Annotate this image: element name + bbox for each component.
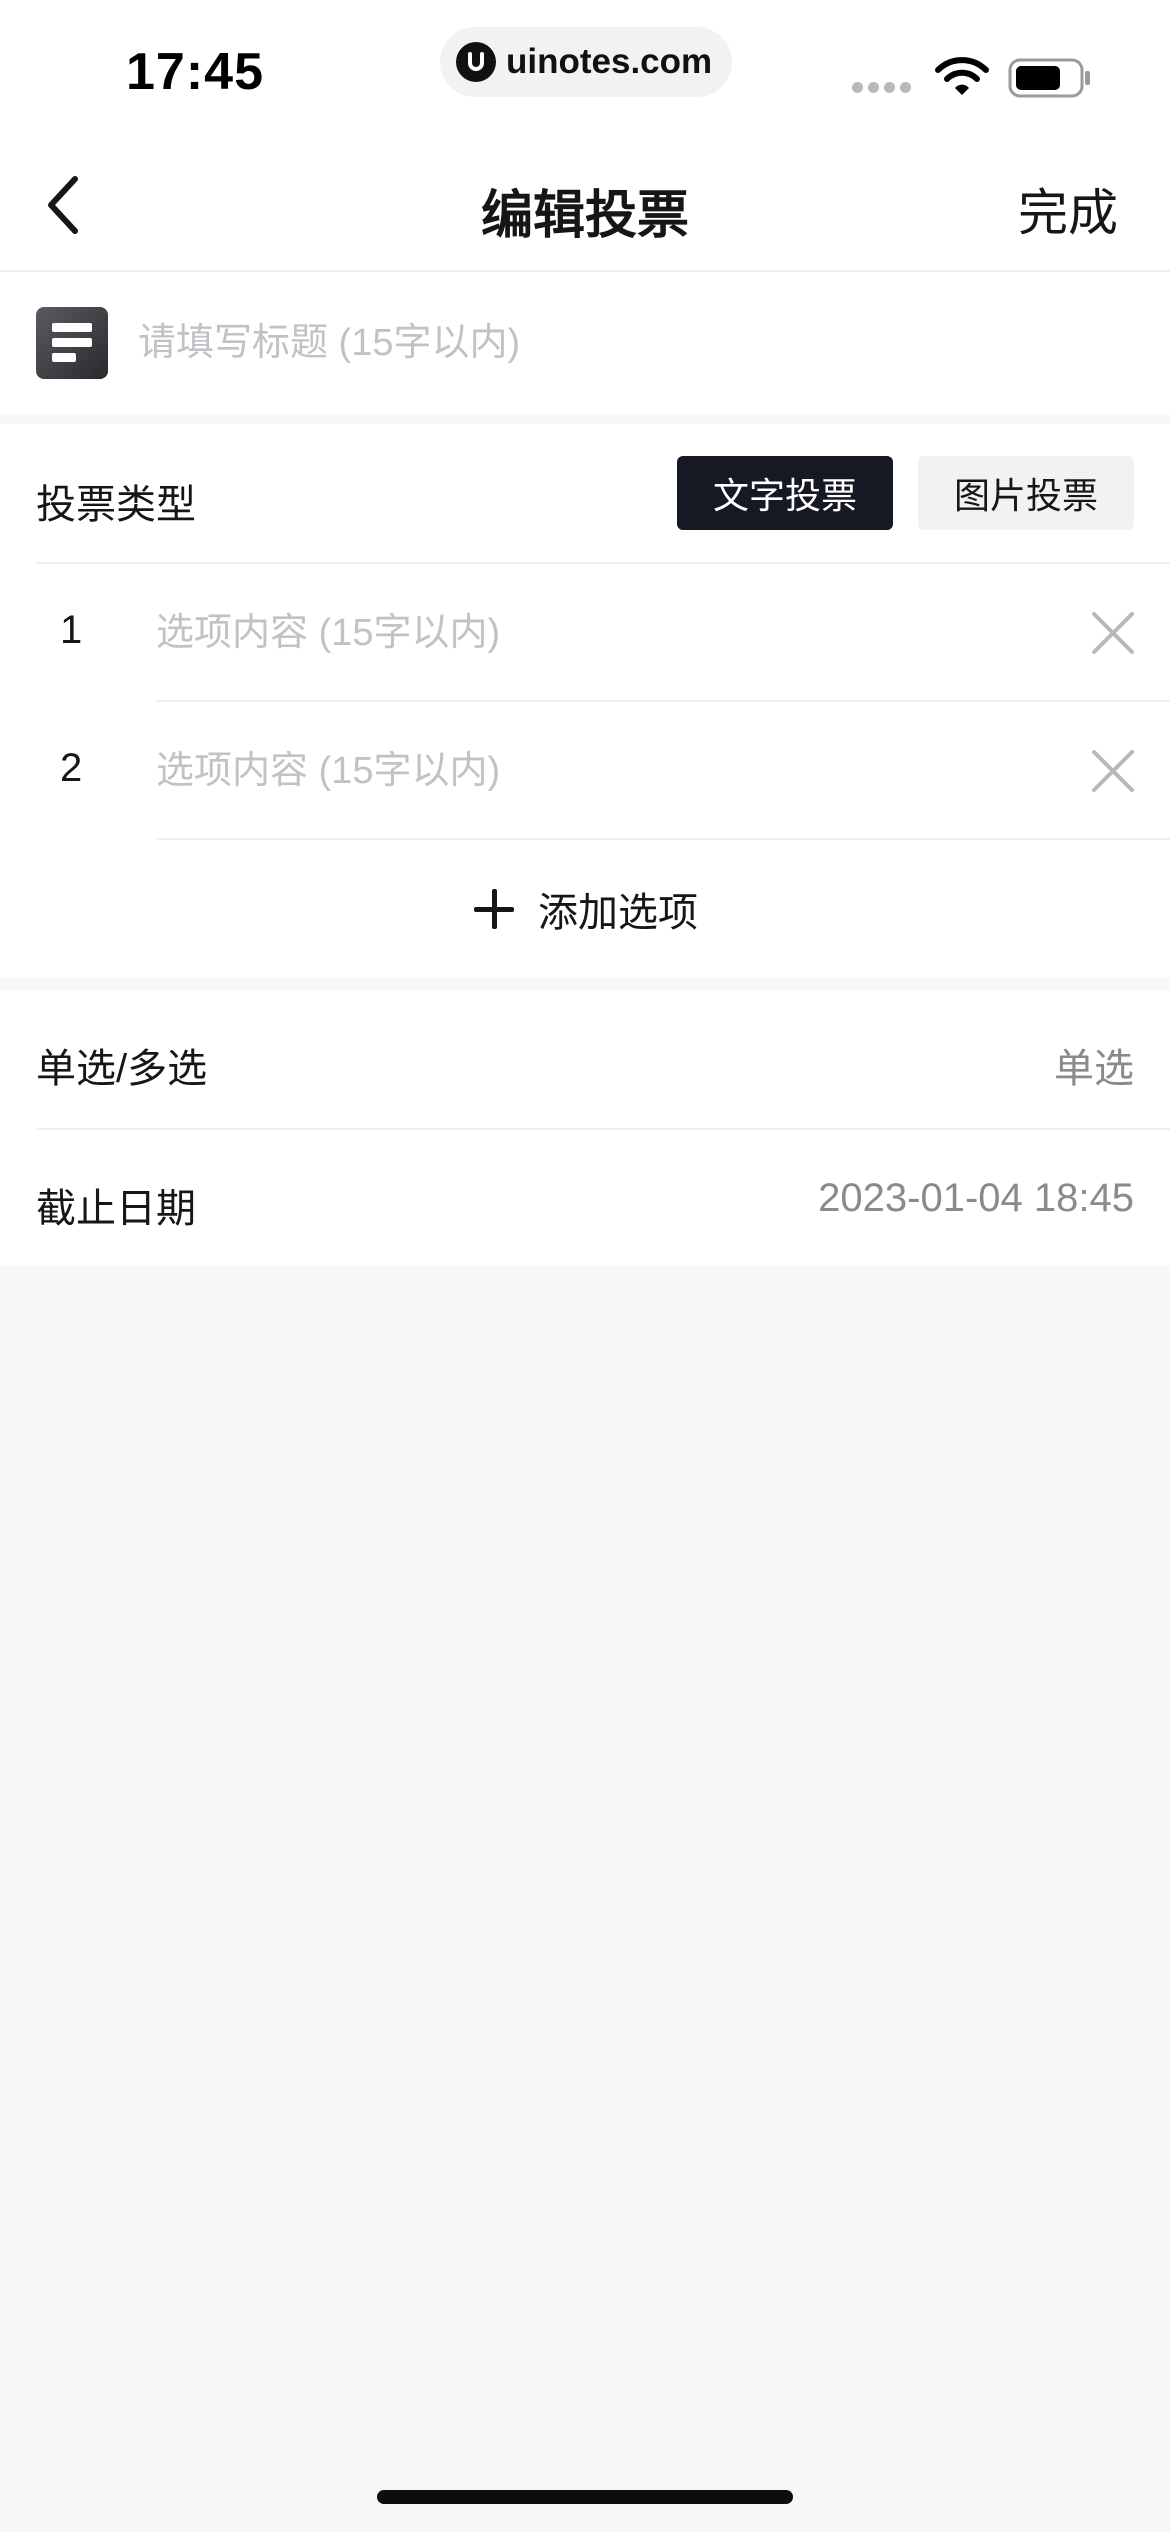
text-vote-button[interactable]: 文字投票 <box>677 456 893 530</box>
settings-section: 单选/多选 单选 截止日期 2023-01-04 18:45 <box>0 990 1170 1266</box>
deadline-label: 截止日期 <box>36 1187 196 1231</box>
option-row-1: 1 <box>0 564 1170 702</box>
site-logo-icon <box>456 42 496 82</box>
nav-bar: 编辑投票 完成 <box>0 135 1170 272</box>
add-option-button[interactable]: 添加选项 <box>0 840 1170 978</box>
title-input[interactable] <box>138 312 1118 374</box>
remove-option-button[interactable] <box>1086 606 1140 660</box>
home-indicator <box>377 2490 793 2504</box>
vote-type-label: 投票类型 <box>36 483 196 527</box>
close-icon <box>1092 612 1134 654</box>
done-button[interactable]: 完成 <box>1018 173 1118 245</box>
option-input-2[interactable] <box>156 740 1036 802</box>
signal-icon <box>852 82 911 93</box>
vote-editor-screen: 17:45 uinotes.com 编辑投票 完成 请填写标题 (15字以内) … <box>0 0 1170 2532</box>
selection-mode-row[interactable]: 单选/多选 单选 <box>0 990 1170 1128</box>
url-pill[interactable]: uinotes.com <box>440 27 732 97</box>
image-vote-button[interactable]: 图片投票 <box>918 456 1134 530</box>
option-row-2: 2 <box>0 702 1170 840</box>
status-bar: 17:45 uinotes.com <box>0 0 1170 135</box>
option-number: 1 <box>60 608 83 652</box>
deadline-row[interactable]: 截止日期 2023-01-04 18:45 <box>0 1130 1170 1268</box>
close-icon <box>1092 750 1134 792</box>
page-title: 编辑投票 <box>480 187 689 245</box>
add-option-label: 添加选项 <box>538 891 698 935</box>
vote-type-row: 投票类型 文字投票 图片投票 <box>0 424 1170 562</box>
selection-mode-value: 单选 <box>1054 1047 1134 1091</box>
deadline-value: 2023-01-04 18:45 <box>818 1176 1134 1220</box>
status-time: 17:45 <box>126 43 264 101</box>
plus-icon <box>472 887 516 931</box>
option-number: 2 <box>60 746 83 790</box>
vote-options-section: 投票类型 文字投票 图片投票 1 2 <box>0 424 1170 978</box>
title-row <box>0 272 1170 414</box>
remove-option-button[interactable] <box>1086 744 1140 798</box>
selection-mode-label: 单选/多选 <box>36 1047 208 1091</box>
text-lines-icon <box>36 307 108 379</box>
battery-icon <box>1008 58 1092 103</box>
option-input-1[interactable] <box>156 602 1036 664</box>
wifi-icon <box>934 56 990 103</box>
url-text: uinotes.com <box>506 42 713 81</box>
